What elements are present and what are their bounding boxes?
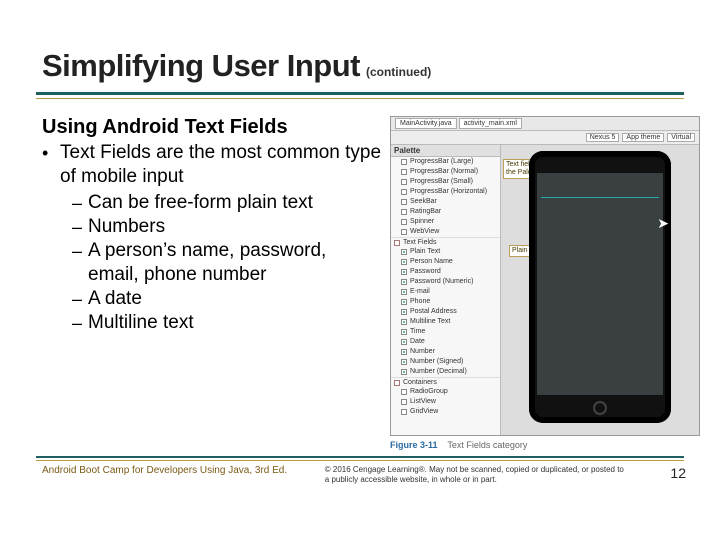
palette-item[interactable]: Spinner [391,217,500,227]
subbullet-text: Can be free-form plain text [88,191,313,215]
palette-item[interactable]: ProgressBar (Small) [391,177,500,187]
palette-item-label: GridView [410,407,438,417]
page-title: Simplifying User Input [42,48,360,84]
subbullet: –A date [72,287,382,311]
palette-group-label: Containers [403,379,437,386]
palette-item[interactable]: Number (Signed) [391,357,500,367]
palette-item[interactable]: Person Name [391,257,500,267]
palette-item-label: Time [410,327,425,337]
device-picker[interactable]: Nexus 5 [586,133,620,142]
palette-item[interactable]: RadioGroup [391,387,500,397]
palette-item-label: Password (Numeric) [410,277,473,287]
subbullet: –Multiline text [72,311,382,335]
palette-item-label: WebView [410,227,439,237]
palette-item-label: Phone [410,297,430,307]
palette-item[interactable]: Password (Numeric) [391,277,500,287]
page-number: 12 [670,465,686,481]
ide-tab[interactable]: activity_main.xml [459,118,522,129]
palette-item[interactable]: Date [391,337,500,347]
palette-item-label: ProgressBar (Horizontal) [410,187,487,197]
bullet-main-text: Text Fields are the most common type of … [60,141,382,189]
palette-item[interactable]: ProgressBar (Large) [391,157,500,167]
palette-item-label: Number (Decimal) [410,367,467,377]
palette-item-label: Number (Signed) [410,357,463,367]
text-input-line[interactable] [541,197,659,198]
subbullet: –Numbers [72,215,382,239]
home-button-icon [593,401,607,415]
palette-item-label: ProgressBar (Small) [410,177,473,187]
palette-item[interactable]: Number (Decimal) [391,367,500,377]
palette-item[interactable]: ListView [391,397,500,407]
subbullet-text: Numbers [88,215,165,239]
figure-label: Text Fields category [447,440,527,450]
palette-item-label: Person Name [410,257,453,267]
palette-item-label: Number [410,347,435,357]
ide-screenshot: MainActivity.java activity_main.xml Nexu… [390,116,700,436]
bullet-main: • Text Fields are the most common type o… [42,141,382,189]
palette-title: Palette [391,145,500,157]
palette-group-textfields[interactable]: Text Fields [391,237,500,247]
palette-item[interactable]: E-mail [391,287,500,297]
phone-mockup: Medical Calculator [529,151,671,423]
palette-group-containers[interactable]: Containers [391,377,500,387]
palette-item[interactable]: WebView [391,227,500,237]
continued-label: (continued) [366,65,431,79]
phone-screen [537,173,663,395]
cursor-icon: ➤ [657,215,669,232]
subbullet: –A person’s name, password, email, phone… [72,239,382,287]
palette-item-label: ProgressBar (Large) [410,157,473,167]
palette-panel: Palette ProgressBar (Large) ProgressBar … [391,145,501,435]
palette-item[interactable]: Password [391,267,500,277]
palette-item-label: Password [410,267,441,277]
ide-toolbar: Nexus 5 App theme Virtual [391,131,699,145]
palette-item-label: Multiline Text [410,317,450,327]
title-divider [36,92,684,102]
palette-item-label: Plain Text [410,247,440,257]
subbullet-text: A date [88,287,142,311]
palette-item-label: Postal Address [410,307,457,317]
ide-tabbar: MainActivity.java activity_main.xml [391,117,699,131]
palette-item-label: ProgressBar (Normal) [410,167,478,177]
source-label: Android Boot Camp for Developers Using J… [42,465,287,476]
palette-item[interactable]: GridView [391,407,500,417]
figure-number: Figure 3-11 [390,440,438,450]
palette-item-label: E-mail [410,287,430,297]
layout-preview: Text fields category in the Palette Plai… [501,145,699,435]
palette-group-label: Text Fields [403,239,436,246]
figure-caption: Figure 3-11 Text Fields category [390,440,710,450]
section-subhead: Using Android Text Fields [42,116,382,139]
palette-item[interactable]: Number [391,347,500,357]
theme-picker[interactable]: App theme [622,133,664,142]
palette-item-label: Spinner [410,217,434,227]
palette-item-label: SeekBar [410,197,437,207]
palette-item-label: ListView [410,397,436,407]
palette-item-label: RadioGroup [410,387,448,397]
palette-item[interactable]: RatingBar [391,207,500,217]
palette-item[interactable]: Plain Text [391,247,500,257]
palette-item[interactable]: Multiline Text [391,317,500,327]
palette-item[interactable]: Postal Address [391,307,500,317]
mode-picker[interactable]: Virtual [667,133,695,142]
ide-tab[interactable]: MainActivity.java [395,118,457,129]
subbullet-text: A person’s name, password, email, phone … [88,239,382,287]
subbullet-text: Multiline text [88,311,194,335]
palette-item-label: Date [410,337,425,347]
palette-item[interactable]: ProgressBar (Normal) [391,167,500,177]
palette-item[interactable]: Phone [391,297,500,307]
copyright-text: © 2016 Cengage Learning®. May not be sca… [325,465,625,485]
palette-item[interactable]: Time [391,327,500,337]
palette-item[interactable]: SeekBar [391,197,500,207]
palette-item-label: RatingBar [410,207,441,217]
subbullet: –Can be free-form plain text [72,191,382,215]
palette-item[interactable]: ProgressBar (Horizontal) [391,187,500,197]
